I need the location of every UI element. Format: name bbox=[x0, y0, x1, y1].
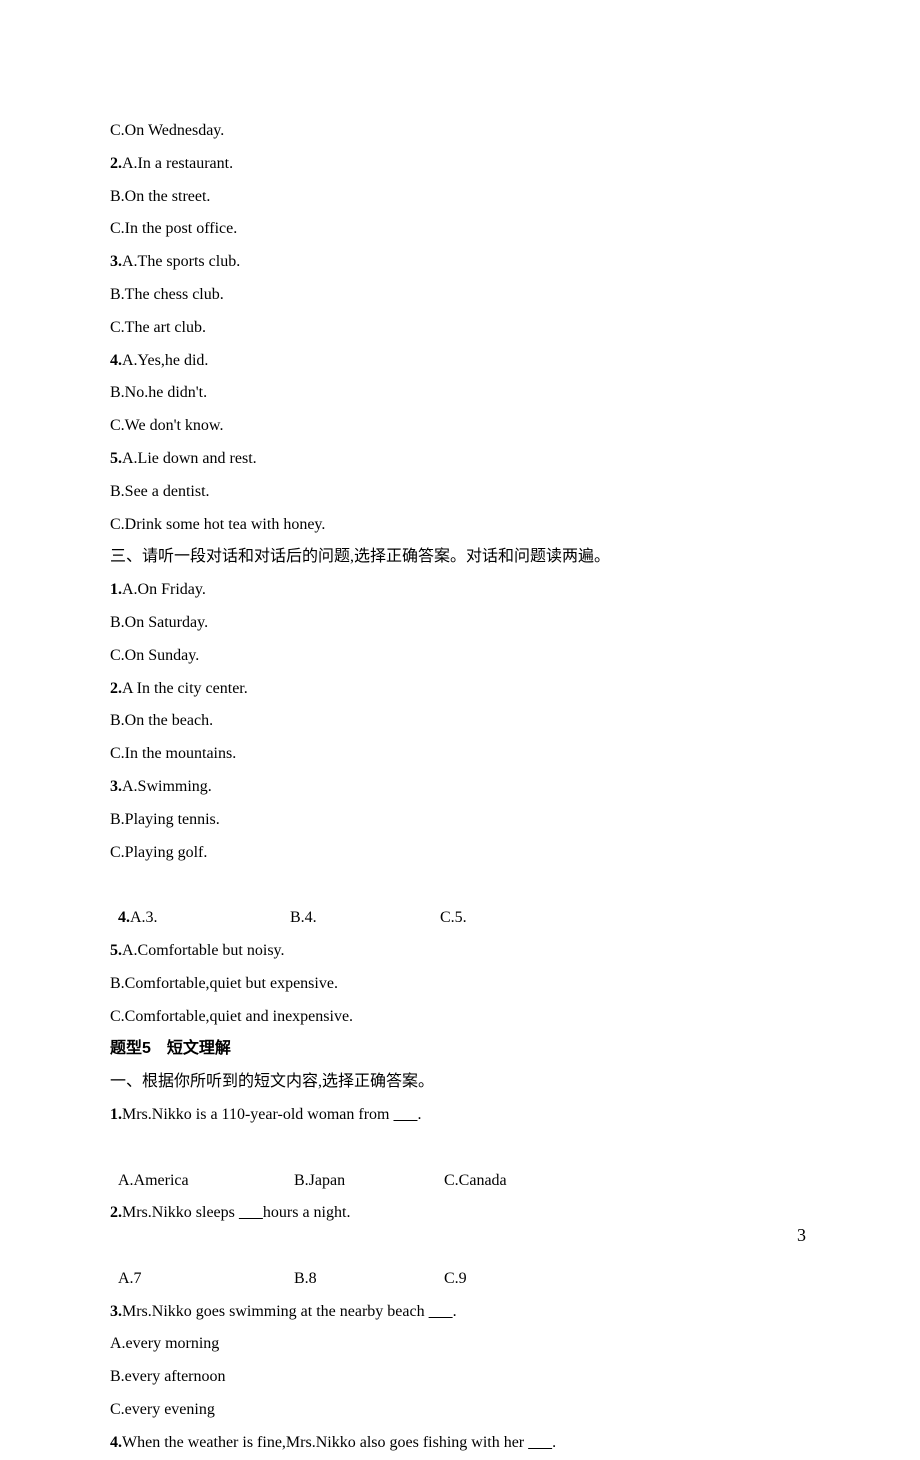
option-c: C.Drink some hot tea with honey. bbox=[110, 509, 810, 542]
question-5: 5.A.Lie down and rest. bbox=[110, 443, 810, 476]
option-c: C.Canada bbox=[444, 1165, 507, 1198]
option-b: B.No.he didn't. bbox=[110, 377, 810, 410]
q-text: Mrs.Nikko goes swimming at the nearby be… bbox=[122, 1303, 429, 1320]
option-c: C.9 bbox=[444, 1263, 467, 1296]
option-b: B.On the beach. bbox=[110, 705, 810, 738]
q-number: 4. bbox=[110, 1434, 122, 1451]
option-b: B.8 bbox=[294, 1263, 444, 1296]
question-2: 2.A.In a restaurant. bbox=[110, 148, 810, 181]
q-number: 2. bbox=[110, 680, 122, 697]
q-number: 2. bbox=[110, 155, 122, 172]
question-3: 3.A.The sports club. bbox=[110, 246, 810, 279]
option-b: B.See a dentist. bbox=[110, 476, 810, 509]
option-a: A.7 bbox=[118, 1263, 294, 1296]
option-a: A.Lie down and rest. bbox=[122, 450, 257, 467]
option-c: C.The art club. bbox=[110, 312, 810, 345]
q-text-end: . bbox=[552, 1434, 556, 1451]
option-a: A In the city center. bbox=[122, 680, 248, 697]
q-text: Mrs.Nikko sleeps bbox=[122, 1204, 239, 1221]
q-text-end: . bbox=[417, 1106, 421, 1123]
q-number: 1. bbox=[110, 1106, 122, 1123]
q-text-end: . bbox=[453, 1303, 457, 1320]
q-text: Mrs.Nikko is a 110-year-old woman from bbox=[122, 1106, 393, 1123]
option-c: C.Playing golf. bbox=[110, 837, 810, 870]
section-3-heading: 三、请听一段对话和对话后的问题,选择正确答案。对话和问题读两遍。 bbox=[110, 541, 810, 574]
q-number: 3. bbox=[110, 778, 122, 795]
t5-q1-options: A.AmericaB.JapanC.Canada bbox=[110, 1132, 810, 1198]
option-a: A.The sports club. bbox=[122, 253, 240, 270]
option-b: B.On Saturday. bbox=[110, 607, 810, 640]
option-a: A.Swimming. bbox=[122, 778, 212, 795]
option-b: B.The chess club. bbox=[110, 279, 810, 312]
question-5: 5.A.Comfortable but noisy. bbox=[110, 935, 810, 968]
option-a: A.every morning bbox=[110, 1328, 810, 1361]
option-b: B.4. bbox=[290, 902, 440, 935]
t5-question-1: 1.Mrs.Nikko is a 110-year-old woman from… bbox=[110, 1099, 810, 1132]
t5-q2-options: A.7B.8C.9 bbox=[110, 1230, 810, 1296]
option-c: C.5. bbox=[440, 902, 467, 935]
option-c: C.Comfortable,quiet and inexpensive. bbox=[110, 1001, 810, 1034]
type5-title: 题型5 短文理解 bbox=[110, 1033, 810, 1066]
option-c: C.We don't know. bbox=[110, 410, 810, 443]
page-number: 3 bbox=[797, 1217, 806, 1254]
option-c: C.In the post office. bbox=[110, 213, 810, 246]
q-text-end: hours a night. bbox=[263, 1204, 351, 1221]
question-4: 4.A.3.B.4.C.5. bbox=[110, 869, 810, 935]
blank-fill bbox=[239, 1204, 263, 1221]
question-2: 2.A In the city center. bbox=[110, 673, 810, 706]
blank-fill bbox=[393, 1106, 417, 1123]
t5-question-4: 4.When the weather is fine,Mrs.Nikko als… bbox=[110, 1427, 810, 1460]
option-c: C.On Wednesday. bbox=[110, 115, 810, 148]
q-number: 5. bbox=[110, 942, 122, 959]
option-b: B.On the street. bbox=[110, 181, 810, 214]
option-a: A.America bbox=[118, 1165, 294, 1198]
q-number: 4. bbox=[110, 352, 122, 369]
option-b: B.Japan bbox=[294, 1165, 444, 1198]
q-number: 4. bbox=[118, 909, 130, 926]
type5-heading: 一、根据你所听到的短文内容,选择正确答案。 bbox=[110, 1066, 810, 1099]
t5-question-2: 2.Mrs.Nikko sleeps hours a night. bbox=[110, 1197, 810, 1230]
question-3: 3.A.Swimming. bbox=[110, 771, 810, 804]
question-4: 4.A.Yes,he did. bbox=[110, 345, 810, 378]
option-c: C.every evening bbox=[110, 1394, 810, 1427]
q-number: 3. bbox=[110, 253, 122, 270]
option-a: A.3. bbox=[130, 902, 290, 935]
q-number: 2. bbox=[110, 1204, 122, 1221]
blank-fill bbox=[528, 1434, 552, 1451]
q-number: 3. bbox=[110, 1303, 122, 1320]
option-c: C.In the mountains. bbox=[110, 738, 810, 771]
option-a: A.Comfortable but noisy. bbox=[122, 942, 285, 959]
option-b: B.every afternoon bbox=[110, 1361, 810, 1394]
blank-fill bbox=[429, 1303, 453, 1320]
option-a: A.On Friday. bbox=[122, 581, 206, 598]
option-a: A.Yes,he did. bbox=[122, 352, 208, 369]
option-c: C.On Sunday. bbox=[110, 640, 810, 673]
t5-question-3: 3.Mrs.Nikko goes swimming at the nearby … bbox=[110, 1296, 810, 1329]
question-1: 1.A.On Friday. bbox=[110, 574, 810, 607]
option-b: B.Playing tennis. bbox=[110, 804, 810, 837]
option-b: B.Comfortable,quiet but expensive. bbox=[110, 968, 810, 1001]
q-text: When the weather is fine,Mrs.Nikko also … bbox=[122, 1434, 528, 1451]
q-number: 1. bbox=[110, 581, 122, 598]
q-number: 5. bbox=[110, 450, 122, 467]
option-a: A.In a restaurant. bbox=[122, 155, 233, 172]
